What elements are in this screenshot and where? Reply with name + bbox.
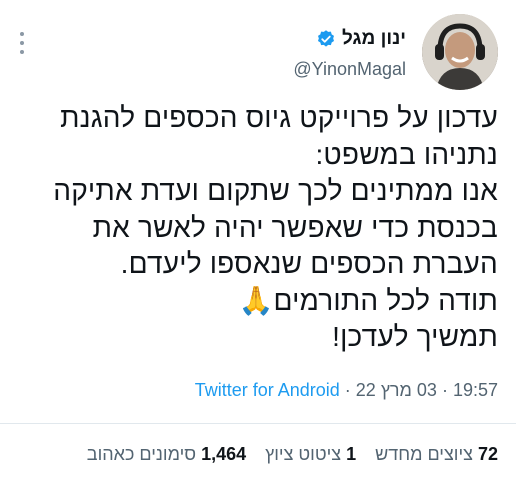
verified-badge-icon [316, 29, 336, 49]
tweet-time[interactable]: 19:57 [453, 380, 498, 400]
meta-separator: · [441, 380, 448, 400]
avatar[interactable] [422, 14, 498, 90]
meta-separator: · [344, 380, 351, 400]
retweets-label: ציוצים מחדש [375, 444, 473, 464]
divider [0, 423, 516, 424]
author-handle[interactable]: @YinonMagal [293, 58, 406, 80]
author-display-name[interactable]: ינון מגל [342, 26, 406, 52]
avatar-photo-icon [422, 14, 498, 90]
retweets-count: 72 [477, 444, 498, 464]
author-name-row[interactable]: ינון מגל [316, 26, 406, 52]
author-block: ינון מגל @YinonMagal [293, 26, 406, 80]
tweet-text: עדכון על פרוייקט גיוס הכספים להגנת נתניה… [53, 102, 498, 352]
tweet-header: ינון מגל @YinonMagal [18, 14, 498, 94]
tweet-date[interactable]: 03 מרץ 22 [356, 380, 437, 400]
tweet-card: ינון מגל @YinonMagal עדכון על פרוייקט גי… [0, 0, 516, 480]
tweet-source-link[interactable]: Twitter for Android [195, 380, 340, 400]
more-options-icon[interactable] [18, 32, 24, 54]
tweet-stats: 72 ציוצים מחדש 1 ציטוט ציוץ 1,464 סימוני… [10, 442, 498, 466]
likes-stat[interactable]: 1,464 סימונים כאהוב [87, 444, 246, 464]
quotes-stat[interactable]: 1 ציטוט ציוץ [265, 444, 356, 464]
likes-count: 1,464 [201, 444, 247, 464]
likes-label: סימונים כאהוב [86, 444, 197, 464]
quotes-label: ציטוט ציוץ [265, 444, 342, 464]
tweet-meta: 19:57 · 03 מרץ 22 · Twitter for Android [10, 378, 498, 402]
quotes-count: 1 [346, 444, 357, 464]
retweets-stat[interactable]: 72 ציוצים מחדש [375, 444, 498, 464]
